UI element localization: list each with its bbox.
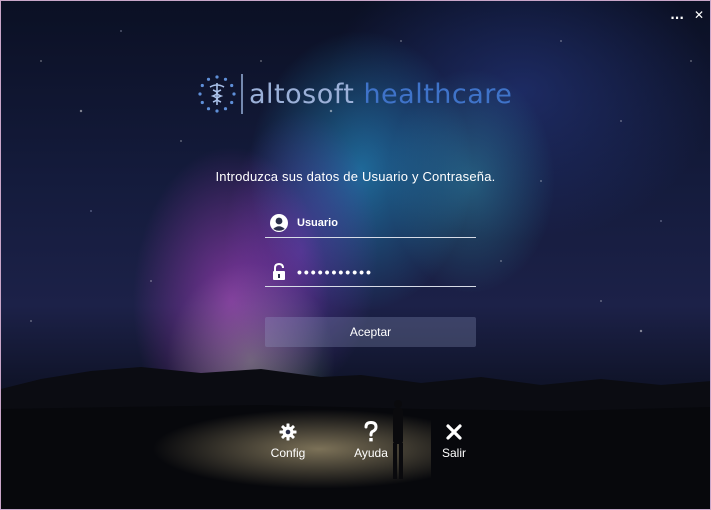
question-icon xyxy=(341,421,401,443)
logo-word-altosoft: altosoft xyxy=(249,78,355,110)
password-field-row xyxy=(265,258,476,287)
logo-word-healthcare: healthcare xyxy=(354,78,513,110)
close-icon xyxy=(424,421,484,443)
logo-divider xyxy=(241,74,243,114)
help-button[interactable]: Ayuda xyxy=(341,421,401,460)
app-logo: altosoft healthcare xyxy=(197,74,512,114)
logo-wordmark: altosoft healthcare xyxy=(249,79,512,110)
login-instruction: Introduzca sus datos de Usuario y Contra… xyxy=(215,169,496,184)
close-window-button[interactable]: ✕ xyxy=(694,7,704,23)
config-label: Config xyxy=(270,446,306,460)
config-button[interactable]: Config xyxy=(258,421,318,460)
caduceus-emblem-icon xyxy=(198,75,236,113)
window-controls: ... ✕ xyxy=(670,7,704,23)
login-window: ... ✕ altosoft healthcare Introduzca sus… xyxy=(0,0,711,510)
exit-label: Salir xyxy=(441,446,466,460)
help-label: Ayuda xyxy=(354,446,388,460)
password-input[interactable] xyxy=(293,264,467,280)
user-icon xyxy=(265,213,293,233)
more-options-button[interactable]: ... xyxy=(670,7,684,23)
accept-button[interactable]: Aceptar xyxy=(265,317,476,347)
username-input[interactable] xyxy=(293,217,467,229)
gear-icon xyxy=(258,421,318,443)
username-field-row xyxy=(265,209,476,238)
lock-icon xyxy=(265,263,293,281)
exit-button[interactable]: Salir xyxy=(424,421,484,460)
